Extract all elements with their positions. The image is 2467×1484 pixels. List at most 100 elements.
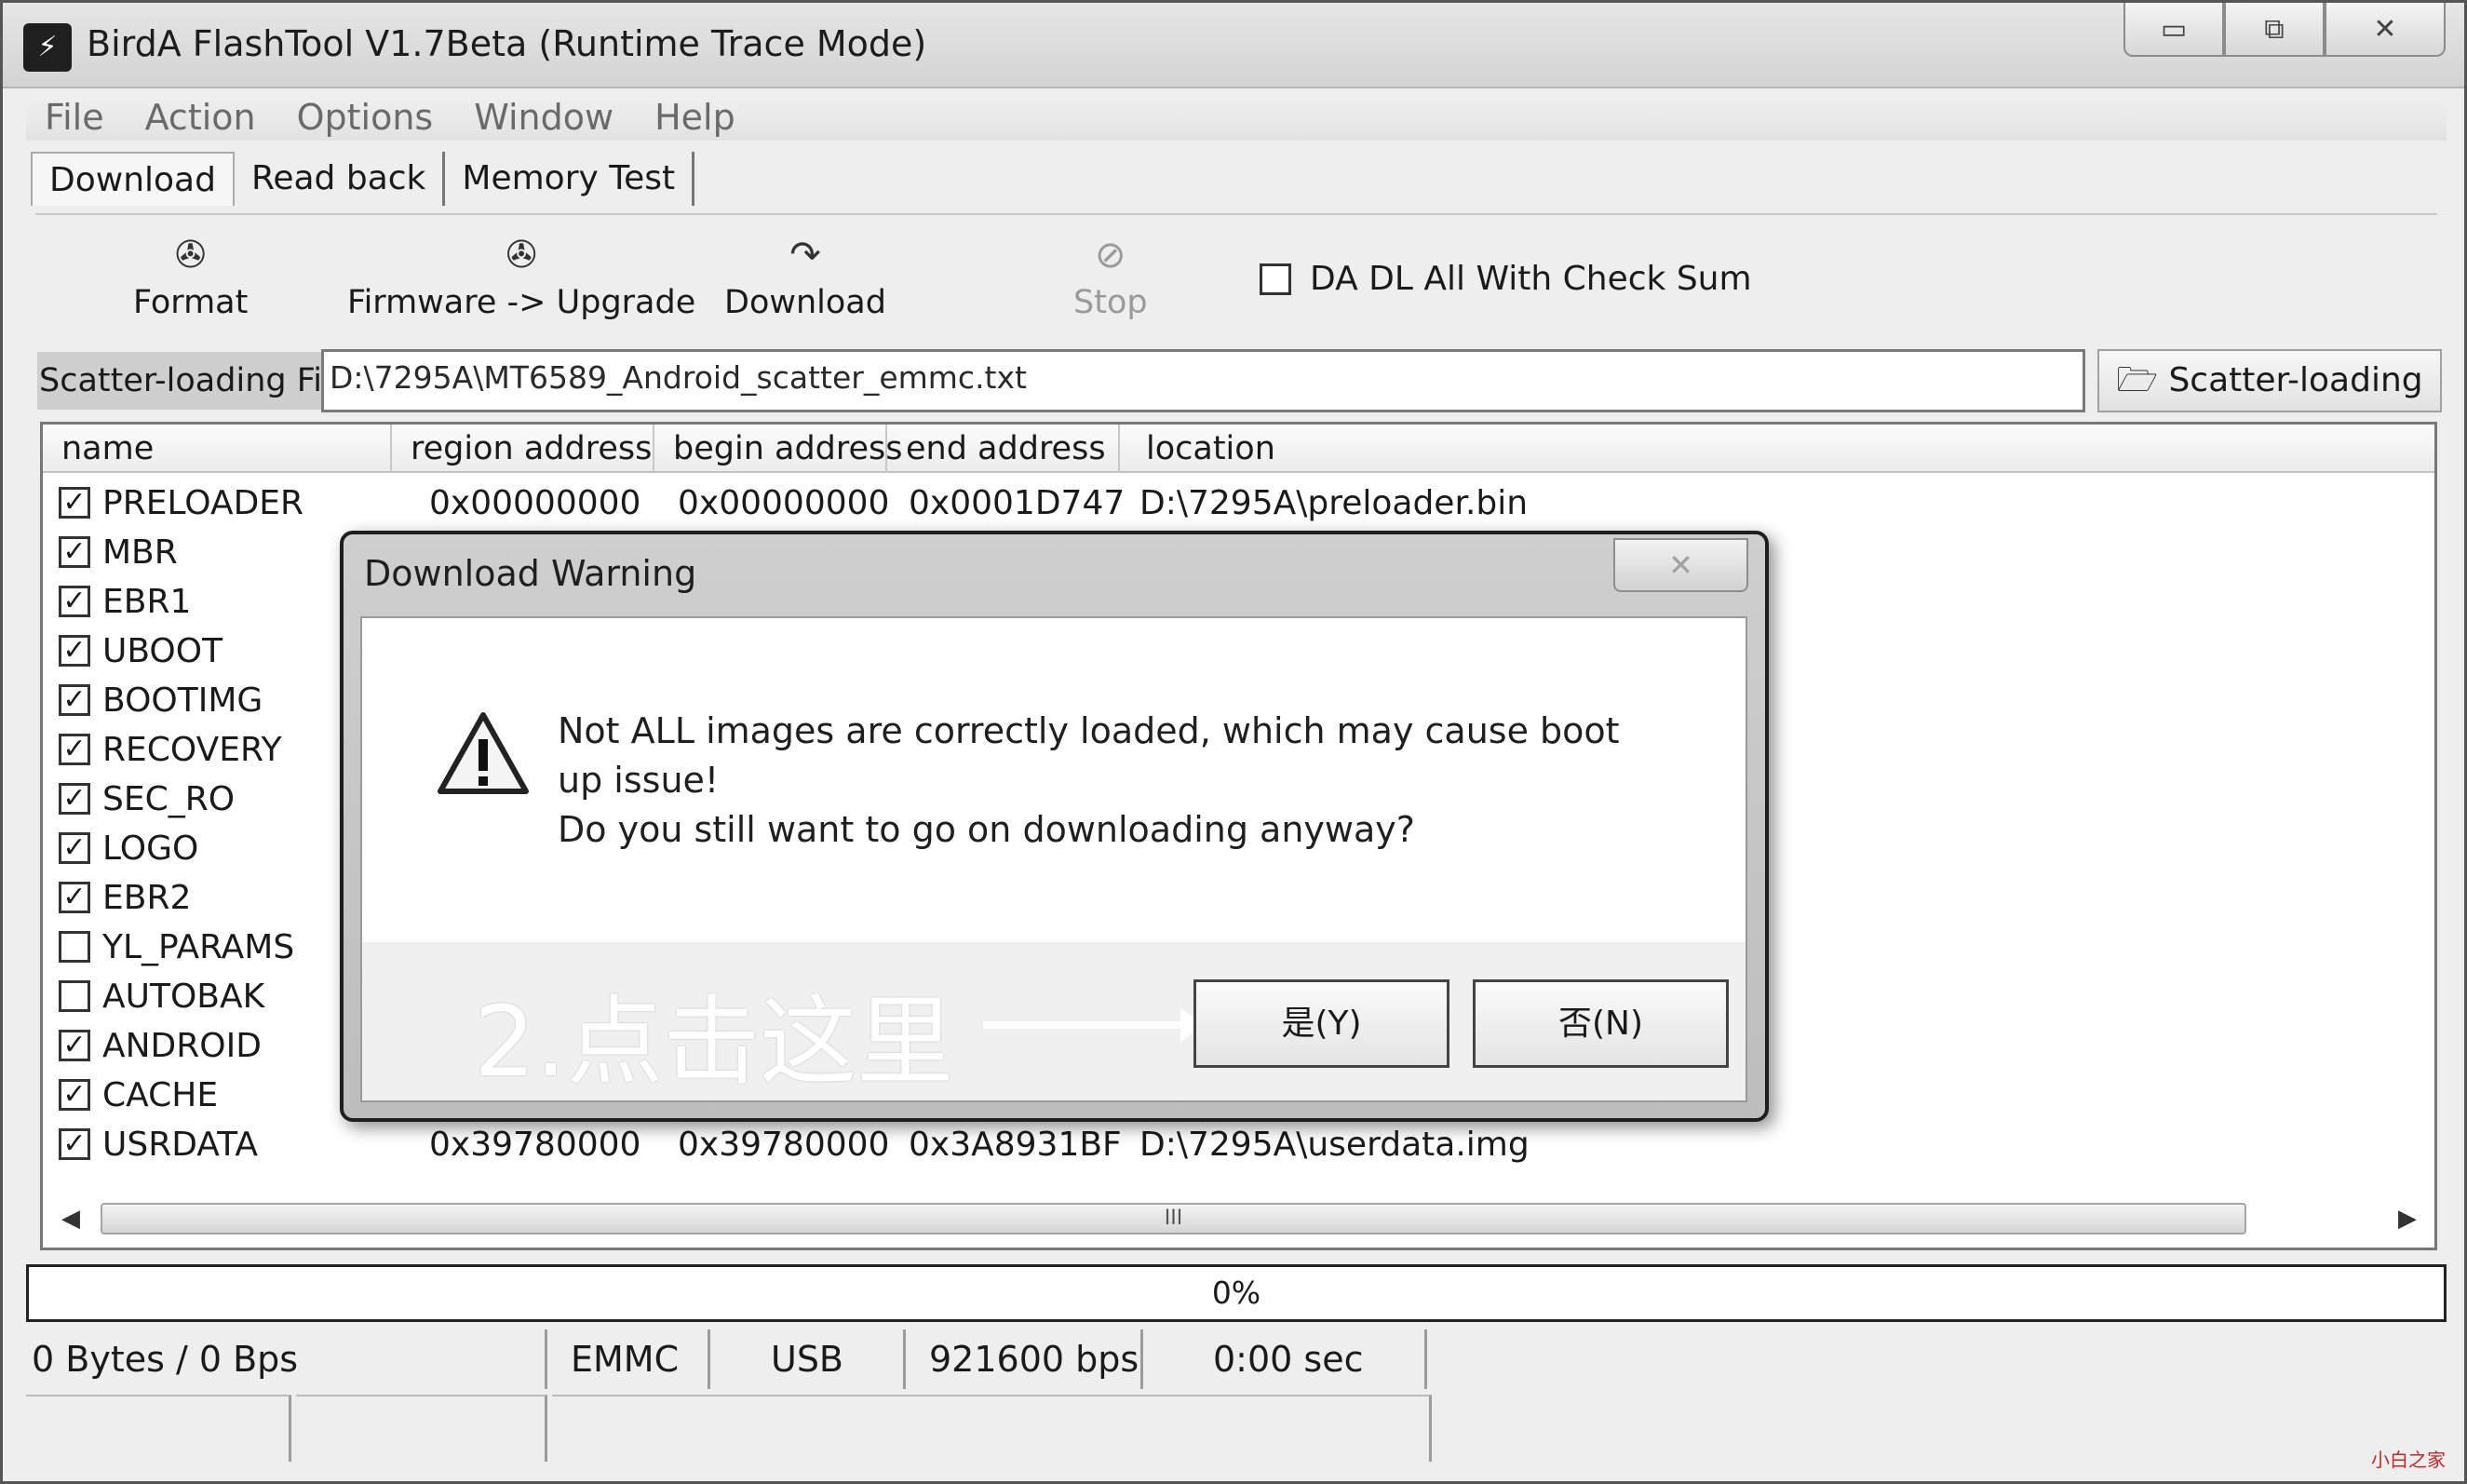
cell-region-address: 0x39780000 (429, 1126, 641, 1164)
row-checkbox[interactable] (59, 931, 90, 963)
row-checkbox[interactable]: ✓ (59, 586, 90, 617)
scroll-right-arrow-icon[interactable]: ▶ (2389, 1199, 2426, 1238)
cell-region-address: 0x00000000 (429, 484, 641, 522)
progress-bar: 0% (26, 1264, 2447, 1322)
cell-end-address: 0x0001D747 (909, 484, 1126, 522)
watermark: 小白之家 (2371, 1449, 2446, 1471)
tab-read-back[interactable]: Read back (235, 152, 446, 206)
scatter-file-input[interactable]: D:\7295A\MT6589_Android_scatter_emmc.txt (321, 349, 2085, 412)
cell-location: D:\7295A\userdata.img (1139, 1126, 1530, 1164)
cell-name: YL_PARAMS (102, 928, 295, 966)
format-icon: ✇ (174, 234, 207, 277)
row-checkbox[interactable]: ✓ (59, 734, 90, 765)
row-checkbox[interactable]: ✓ (59, 1079, 90, 1111)
download-warning-dialog: Download Warning ✕ Not ALL images are co… (340, 531, 1769, 1122)
cell-name: PRELOADER (102, 484, 304, 522)
scatter-loading-button[interactable]: 🗁 Scatter-loading (2097, 349, 2442, 412)
scatter-file-label: Scatter-loading File (37, 352, 351, 410)
minimize-button[interactable]: ▭ (2123, 3, 2224, 57)
firmware-upgrade-button[interactable]: ✇ Firmware -> Upgrade (347, 234, 695, 321)
folder-open-icon: 🗁 (2116, 361, 2158, 399)
row-checkbox[interactable]: ✓ (59, 684, 90, 716)
cell-begin-address: 0x00000000 (678, 484, 890, 522)
dialog-footer: 2.点击这里 是(Y) 否(N) (360, 942, 1747, 1102)
menu-file[interactable]: File (45, 97, 104, 138)
status-time: 0:00 sec (1148, 1329, 1427, 1389)
status-transfer: 0 Bytes / 0 Bps (26, 1329, 547, 1389)
cell-end-address: 0x3A8931BF (909, 1126, 1122, 1164)
firmware-icon: ✇ (506, 234, 537, 277)
col-location[interactable]: location (1120, 425, 2433, 473)
annotation-click-here: 2.点击这里 (474, 985, 954, 1099)
da-dl-checksum-checkbox[interactable] (1260, 263, 1291, 295)
progress-text: 0% (1211, 1275, 1261, 1311)
dialog-body: Not ALL images are correctly loaded, whi… (360, 616, 1747, 942)
menu-window[interactable]: Window (474, 97, 613, 138)
warning-icon (438, 712, 529, 794)
download-icon: ↷ (789, 234, 821, 277)
cell-name: EBR2 (102, 879, 192, 917)
cell-begin-address: 0x39780000 (678, 1126, 890, 1164)
stop-button[interactable]: ⊘ Stop (1073, 234, 1148, 321)
no-button[interactable]: 否(N) (1473, 979, 1729, 1068)
title-bar: ⚡ BirdA FlashTool V1.7Beta (Runtime Trac… (3, 3, 2464, 88)
row-checkbox[interactable]: ✓ (59, 1128, 90, 1160)
cell-name: ANDROID (102, 1027, 262, 1065)
row-checkbox[interactable]: ✓ (59, 536, 90, 568)
scroll-thumb[interactable]: III (101, 1203, 2246, 1234)
row-checkbox[interactable]: ✓ (59, 635, 90, 667)
col-region-address[interactable]: region address (392, 425, 654, 473)
cell-name: RECOVERY (102, 731, 282, 769)
scroll-left-arrow-icon[interactable]: ◀ (52, 1199, 89, 1238)
yes-button[interactable]: 是(Y) (1193, 979, 1449, 1068)
download-label: Download (724, 284, 886, 321)
menu-options[interactable]: Options (297, 97, 434, 138)
status-bar-secondary (26, 1395, 2447, 1462)
firmware-upgrade-label: Firmware -> Upgrade (347, 284, 696, 321)
row-checkbox[interactable]: ✓ (59, 832, 90, 864)
menu-help[interactable]: Help (654, 97, 735, 138)
dialog-message-line1: Not ALL images are correctly loaded, whi… (558, 710, 1620, 801)
format-button[interactable]: ✇ Format (133, 234, 248, 321)
status-bar: 0 Bytes / 0 Bps EMMC USB 921600 bps 0:00… (26, 1329, 2447, 1389)
row-checkbox[interactable]: ✓ (59, 487, 90, 519)
table-row[interactable]: ✓ PRELOADER 0x00000000 0x00000000 0x0001D747… (43, 479, 2434, 528)
download-button[interactable]: ↷ Download (724, 234, 886, 321)
cell-name: CACHE (102, 1076, 219, 1114)
tab-memory-test[interactable]: Memory Test (445, 152, 695, 206)
cell-name: MBR (102, 533, 178, 572)
cell-name: LOGO (102, 830, 199, 868)
col-end-address[interactable]: end address (887, 425, 1120, 473)
format-label: Format (133, 284, 249, 321)
row-checkbox[interactable] (59, 980, 90, 1012)
cell-name: BOOTIMG (102, 681, 263, 720)
status-baud: 921600 bps (910, 1329, 1143, 1389)
maximize-button[interactable]: ⧉ (2224, 3, 2325, 57)
col-name[interactable]: name (43, 425, 392, 473)
app-icon: ⚡ (23, 23, 72, 72)
row-checkbox[interactable]: ✓ (59, 882, 90, 913)
cell-name: SEC_RO (102, 780, 236, 818)
scatter-loading-label: Scatter-loading (2168, 361, 2423, 399)
status-cell (552, 1395, 1432, 1462)
arrow-icon (983, 1008, 1205, 1042)
tab-download[interactable]: Download (31, 152, 235, 206)
window-controls: ▭ ⧉ ✕ (2123, 3, 2446, 57)
da-dl-checksum-option[interactable]: DA DL All With Check Sum (1260, 260, 1752, 298)
cell-name: AUTOBAK (102, 978, 265, 1016)
window-title: BirdA FlashTool V1.7Beta (Runtime Trace … (87, 23, 927, 64)
row-checkbox[interactable]: ✓ (59, 783, 90, 815)
dialog-close-button[interactable]: ✕ (1613, 538, 1748, 592)
toolbar: ✇ Format ✇ Firmware -> Upgrade ↷ Downloa… (35, 213, 2437, 344)
close-button[interactable]: ✕ (2325, 3, 2446, 57)
dialog-message-line2: Do you still want to go on downloading a… (558, 809, 1415, 850)
status-cell (296, 1395, 547, 1462)
status-storage: EMMC (552, 1329, 710, 1389)
table-row[interactable]: ✓ USRDATA 0x39780000 0x39780000 0x3A8931BF D:… (43, 1120, 2434, 1169)
col-begin-address[interactable]: begin address (654, 425, 903, 473)
cell-name: EBR1 (102, 583, 192, 621)
horizontal-scrollbar[interactable]: ◀ III ▶ (52, 1199, 2426, 1238)
row-checkbox[interactable]: ✓ (59, 1030, 90, 1061)
menu-action[interactable]: Action (145, 97, 256, 138)
stop-icon: ⊘ (1095, 234, 1126, 277)
